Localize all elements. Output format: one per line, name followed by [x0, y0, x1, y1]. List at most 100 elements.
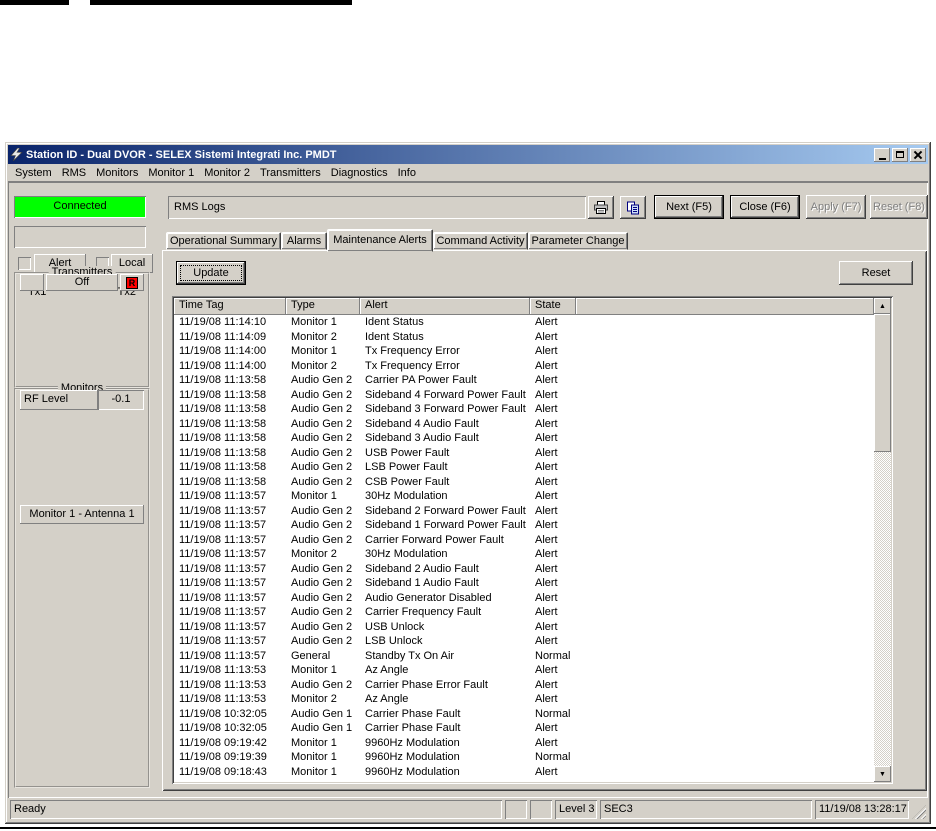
table-row[interactable]: 11/19/08 11:13:58 Audio Gen 2 Carrier PA…	[174, 373, 874, 388]
log-table-inner: Time Tag Type Alert State 11/19/08 11:14…	[174, 298, 891, 782]
tx1-indicator-button[interactable]	[20, 274, 44, 291]
scroll-up-button[interactable]: ▲	[874, 298, 891, 314]
tab[interactable]: Maintenance Alerts	[327, 229, 433, 252]
table-row[interactable]: 11/19/08 11:13:57 Audio Gen 2 LSB Unlock…	[174, 634, 874, 649]
copy-button[interactable]	[620, 196, 646, 219]
table-row[interactable]: 11/19/08 09:19:39 Monitor 1 9960Hz Modul…	[174, 750, 874, 765]
cell-alert: CSB Power Fault	[365, 475, 450, 488]
column-header-time-tag[interactable]: Time Tag	[174, 298, 286, 315]
cell-time-tag: 11/19/08 11:13:57	[179, 635, 267, 647]
cell-state: Normal	[535, 649, 571, 662]
table-row[interactable]: 11/19/08 11:13:57 Audio Gen 2 USB Unlock…	[174, 620, 874, 635]
cell-type: Audio Gen 2	[291, 461, 353, 473]
tab[interactable]: Operational Summary	[166, 232, 281, 250]
tx2-indicator-button[interactable]: R	[120, 274, 144, 291]
table-row[interactable]: 11/19/08 11:13:57 Audio Gen 2 Audio Gene…	[174, 591, 874, 606]
table-row[interactable]: 11/19/08 11:13:53 Monitor 2 Az Angle Ale…	[174, 692, 874, 707]
table-row[interactable]: 11/19/08 11:13:53 Audio Gen 2 Carrier Ph…	[174, 678, 874, 693]
cell-time-tag: 11/19/08 11:13:57	[179, 649, 267, 662]
alert-checkbox[interactable]	[18, 257, 31, 270]
cell-alert: 30Hz Modulation	[365, 490, 448, 502]
menu-item[interactable]: Monitor 1	[143, 165, 199, 181]
maximize-button[interactable]	[892, 147, 908, 162]
table-row[interactable]: 11/19/08 09:19:42 Monitor 1 9960Hz Modul…	[174, 736, 874, 751]
column-header-alert[interactable]: Alert	[360, 298, 530, 315]
menu-item[interactable]: Transmitters	[255, 165, 326, 181]
scroll-down-button[interactable]: ▼	[874, 766, 891, 782]
tab[interactable]: Alarms	[281, 232, 327, 250]
table-row[interactable]: 11/19/08 10:32:05 Audio Gen 1 Carrier Ph…	[174, 721, 874, 736]
table-row[interactable]: 11/19/08 11:13:53 Monitor 1 Az Angle Ale…	[174, 663, 874, 678]
table-row[interactable]: 11/19/08 11:13:58 Audio Gen 2 Sideband 4…	[174, 417, 874, 432]
menu-item[interactable]: System	[10, 165, 57, 181]
scrollbar-thumb[interactable]	[874, 314, 891, 452]
update-button[interactable]: Update	[176, 261, 246, 285]
cell-state: Alert	[535, 490, 558, 502]
page-rule-left	[0, 0, 69, 5]
minimize-button[interactable]	[874, 147, 890, 162]
menu-item[interactable]: Diagnostics	[326, 165, 393, 181]
table-row[interactable]: 11/19/08 11:13:57 Audio Gen 2 Sideband 1…	[174, 576, 874, 591]
table-row[interactable]: 11/19/08 11:14:10 Monitor 1 Ident Status…	[174, 315, 874, 330]
cell-type: Audio Gen 1	[291, 707, 353, 720]
view-title-field: RMS Logs	[168, 196, 586, 219]
resize-grip[interactable]	[912, 805, 926, 819]
cell-alert: Sideband 1 Forward Power Fault	[365, 519, 526, 531]
tab[interactable]: Command Activity	[433, 232, 528, 250]
transmitter-mode-button[interactable]: Off	[46, 274, 118, 291]
table-row[interactable]: 11/19/08 11:14:09 Monitor 2 Ident Status…	[174, 330, 874, 345]
monitors-group: Monitors Integral G Normal	[14, 382, 150, 788]
cell-state: Alert	[535, 330, 558, 343]
table-row[interactable]: 11/19/08 11:13:57 General Standby Tx On …	[174, 649, 874, 664]
tx2-lamp: R	[126, 276, 138, 289]
cell-state: Normal	[535, 751, 571, 763]
menu-item[interactable]: Info	[393, 165, 421, 181]
cell-time-tag: 11/19/08 10:32:05	[179, 722, 267, 734]
table-row[interactable]: 11/19/08 11:13:57 Audio Gen 2 Sideband 2…	[174, 562, 874, 577]
cell-time-tag: 11/19/08 11:14:00	[179, 345, 267, 357]
print-button[interactable]	[588, 196, 614, 219]
close-view-button[interactable]: Close (F6)	[730, 195, 800, 219]
table-row[interactable]: 11/19/08 11:13:57 Audio Gen 2 Carrier Fr…	[174, 605, 874, 620]
client-area: Connected Alert Local Transmitters Tx1 T…	[8, 182, 928, 798]
table-row[interactable]: 11/19/08 11:13:58 Audio Gen 2 USB Power …	[174, 446, 874, 461]
table-row[interactable]: 11/19/08 11:13:57 Audio Gen 2 Sideband 1…	[174, 518, 874, 533]
cell-type: Audio Gen 2	[291, 519, 353, 531]
table-row[interactable]: 11/19/08 11:13:58 Audio Gen 2 LSB Power …	[174, 460, 874, 475]
table-row[interactable]: 11/19/08 11:13:58 Audio Gen 2 Sideband 3…	[174, 402, 874, 417]
status-panel-2	[530, 800, 552, 819]
table-row[interactable]: 11/19/08 11:14:00 Monitor 1 Tx Frequency…	[174, 344, 874, 359]
vertical-scrollbar[interactable]: ▲ ▼	[874, 298, 891, 782]
table-row[interactable]: 11/19/08 11:13:58 Audio Gen 2 CSB Power …	[174, 475, 874, 490]
cell-type: Audio Gen 2	[291, 606, 353, 618]
table-row[interactable]: 11/19/08 09:18:43 Monitor 1 9960Hz Modul…	[174, 765, 874, 780]
menu-item[interactable]: RMS	[57, 165, 91, 181]
table-row[interactable]: 11/19/08 11:13:58 Audio Gen 2 Sideband 3…	[174, 431, 874, 446]
column-header-type[interactable]: Type	[286, 298, 360, 315]
title-bar: Station ID - Dual DVOR - SELEX Sistemi I…	[8, 145, 928, 164]
table-row[interactable]: 11/19/08 11:13:57 Audio Gen 2 Carrier Fo…	[174, 533, 874, 548]
close-button[interactable]	[910, 147, 926, 162]
cell-state: Alert	[535, 577, 558, 589]
cell-type: Audio Gen 2	[291, 374, 353, 386]
table-row[interactable]: 11/19/08 11:13:57 Monitor 1 30Hz Modulat…	[174, 489, 874, 504]
status-security: SEC3	[600, 800, 812, 819]
table-row[interactable]: 11/19/08 11:13:58 Audio Gen 2 Sideband 4…	[174, 388, 874, 403]
menu-item[interactable]: Monitor 2	[199, 165, 255, 181]
column-header-state[interactable]: State	[530, 298, 576, 315]
cell-state: Alert	[535, 533, 558, 546]
next-button[interactable]: Next (F5)	[654, 195, 724, 219]
menu-item[interactable]: Monitors	[91, 165, 143, 181]
table-row[interactable]: 11/19/08 11:13:57 Audio Gen 2 Sideband 2…	[174, 504, 874, 519]
transmitter-row: Off R	[20, 274, 144, 291]
cell-time-tag: 11/19/08 11:13:58	[179, 388, 267, 401]
table-row[interactable]: 11/19/08 11:14:00 Monitor 2 Tx Frequency…	[174, 359, 874, 374]
cell-type: Monitor 1	[291, 664, 337, 676]
reset-log-button[interactable]: Reset	[839, 261, 913, 285]
table-row[interactable]: 11/19/08 11:13:57 Monitor 2 30Hz Modulat…	[174, 547, 874, 562]
cell-alert: Carrier Phase Error Fault	[365, 678, 488, 691]
cell-alert: Sideband 2 Forward Power Fault	[365, 504, 526, 517]
cell-time-tag: 11/19/08 11:13:53	[179, 693, 267, 705]
table-row[interactable]: 11/19/08 10:32:05 Audio Gen 1 Carrier Ph…	[174, 707, 874, 722]
tab[interactable]: Parameter Change	[528, 232, 628, 250]
